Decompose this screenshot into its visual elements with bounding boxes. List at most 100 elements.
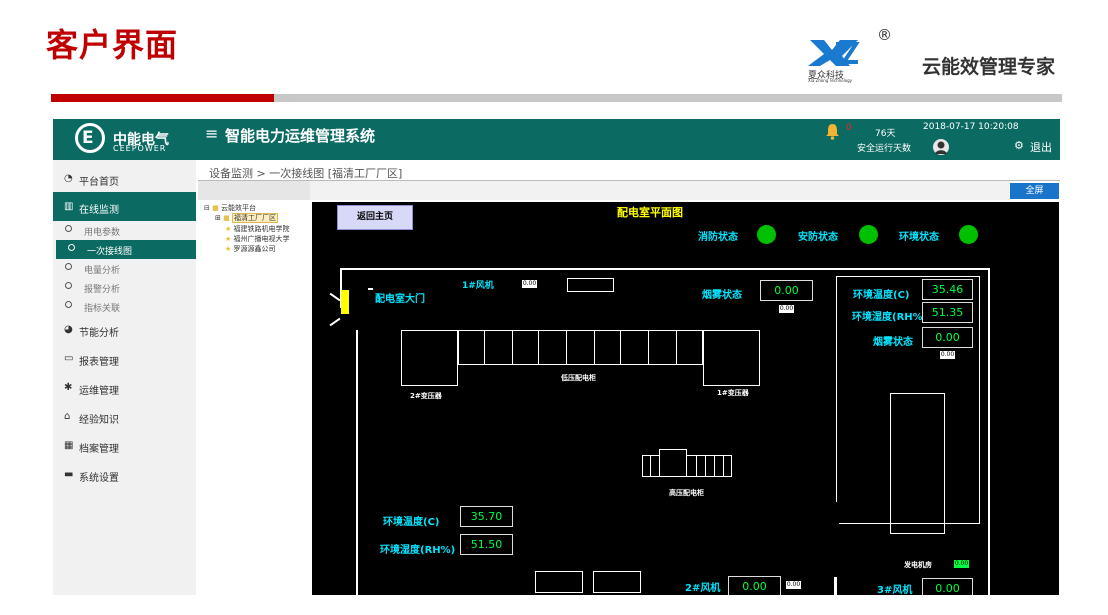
sidebar-subitem-energy-analysis[interactable]: 电量分析 [53, 259, 196, 278]
laptop-icon: ▭ [64, 353, 74, 364]
smoke-mini-value: 0.00 [779, 305, 794, 313]
datetime: 2018-07-17 10:20:08 [923, 122, 1019, 132]
sidebar-item-reports[interactable]: ▭ 报表管理 [53, 344, 196, 373]
avatar[interactable] [933, 139, 949, 155]
sidebar: ◔ 平台首页 ▥ 在线监测 用电参数 一次接线图 电量分析 报警分析 指标关联 … [53, 160, 196, 595]
user-icon [935, 141, 947, 154]
fan2-mini-value: 0.00 [786, 581, 801, 589]
cabinet-divider [512, 330, 513, 365]
gear-icon: ✱ [64, 382, 73, 393]
tree-root[interactable]: ⊟ ■ 云能效平台 [204, 203, 256, 213]
back-home-button[interactable]: 返回主页 [337, 205, 413, 230]
door-swing [329, 317, 341, 327]
table-icon: ▦ [64, 440, 74, 451]
sidebar-item-label: 经验知识 [79, 415, 119, 426]
sidebar-item-label: 平台首页 [79, 177, 119, 188]
fan-unit [535, 571, 583, 593]
star-icon: ★ [225, 235, 232, 243]
wall-left [356, 330, 358, 595]
sidebar-item-label: 报表管理 [79, 357, 119, 368]
sidebar-item-settings[interactable]: ▬ 系统设置 [53, 460, 196, 489]
divider-red [51, 94, 274, 102]
sidebar-item-knowledge[interactable]: ⌂ 经验知识 [53, 402, 196, 431]
sidebar-subitem-power-params[interactable]: 用电参数 [53, 221, 196, 240]
door-indicator [341, 290, 349, 314]
tree-node[interactable]: ★ 罗源源鑫公司 [225, 244, 276, 254]
home-icon: ⌂ [64, 411, 71, 422]
right-temp-label: 环境温度(C) [853, 290, 910, 301]
pie-chart-icon: ◕ [64, 324, 73, 335]
tree-node[interactable]: ★ 福建铁路机电学院 [225, 224, 290, 234]
sidebar-item-operations[interactable]: ✱ 运维管理 [53, 373, 196, 402]
tree-node[interactable]: ★ 福州广播电视大学 [225, 234, 290, 244]
fan1-unit [567, 278, 614, 292]
cabinet-divider [723, 455, 724, 477]
sidebar-subitem-index-relation[interactable]: 指标关联 [53, 297, 196, 316]
sidebar-item-monitoring[interactable]: ▥ 在线监测 [53, 192, 196, 221]
left-hum-label: 环境湿度(RH%) [380, 545, 456, 556]
folder-icon: ■ [212, 204, 219, 212]
tree-header [198, 181, 310, 200]
right-smoke-value: 0.00 [922, 327, 973, 348]
tree-node-label: 福建铁路机电学院 [233, 225, 290, 233]
cabinet-divider [714, 455, 715, 477]
cabinet-divider [676, 330, 677, 365]
security-status-label: 安防状态 [798, 232, 838, 243]
sidebar-item-home[interactable]: ◔ 平台首页 [53, 164, 196, 193]
circle-icon [68, 244, 75, 251]
brand-name-en: CEEPOWER [113, 144, 167, 153]
right-hum-label: 环境湿度(RH%) [852, 312, 928, 323]
fan1-label: 1#风机 [462, 281, 494, 291]
right-hum-value: 51.35 [922, 302, 973, 323]
bell-icon[interactable] [824, 123, 841, 140]
low-cabinet-label: 低压配电柜 [561, 374, 596, 382]
brand-letter: E [82, 128, 94, 148]
cabinet-divider [705, 455, 706, 477]
menu-toggle-icon[interactable]: ≡ [205, 124, 218, 143]
transformer1-label: 1#变压器 [717, 389, 749, 397]
site-tree: ⊟ ■ 云能效平台 ⊞ ■ 福清工厂厂区 ★ 福建铁路机电学院 ★ 福州广播电视… [198, 181, 310, 595]
transformer2-unit [401, 330, 458, 386]
fan2-value: 0.00 [728, 576, 781, 595]
circle-icon [65, 225, 72, 232]
sidebar-subitem-alarm-analysis[interactable]: 报警分析 [53, 278, 196, 297]
cabinet-divider [620, 330, 621, 365]
slogan: 云能效管理专家 [922, 56, 1056, 78]
sidebar-subitem-wiring-diagram[interactable]: 一次接线图 [56, 240, 196, 259]
fan2-label: 2#风机 [685, 583, 721, 594]
room-door-gap [836, 502, 839, 524]
left-temp-value: 35.70 [460, 506, 513, 527]
fan3-value: 0.00 [922, 578, 973, 595]
fullscreen-button[interactable]: 全屏 [1010, 183, 1059, 199]
generator-mini-value: 0.00 [954, 560, 969, 568]
sidebar-item-label: 在线监测 [79, 205, 119, 216]
safe-days-label: 安全运行天数 [857, 144, 912, 154]
settings-gear-icon[interactable]: ⚙ [1014, 139, 1024, 152]
toolbar-strip [310, 181, 1010, 200]
sidebar-item-archives[interactable]: ▦ 档案管理 [53, 431, 196, 460]
fan3-label: 3#风机 [877, 585, 913, 595]
logo-en-text: Xia Zhong Technology [808, 78, 853, 83]
sidebar-subitem-label: 电量分析 [84, 266, 121, 276]
fire-status-label: 消防状态 [698, 232, 738, 243]
tree-node-selected[interactable]: ⊞ ■ 福清工厂厂区 [215, 213, 278, 223]
sidebar-subitem-label: 指标关联 [84, 304, 121, 314]
cabinet-divider [538, 330, 539, 365]
transformer1-unit [703, 330, 760, 386]
cabinet-divider [484, 330, 485, 365]
sidebar-subitem-label: 报警分析 [84, 285, 121, 295]
bar-chart-icon: ▥ [64, 201, 74, 212]
divider-gray [274, 94, 1062, 102]
safe-days: 76天 [875, 129, 896, 139]
fan-unit [593, 571, 641, 593]
sidebar-item-label: 运维管理 [79, 386, 119, 397]
logout-link[interactable]: 退出 [1030, 139, 1052, 155]
equipment-cabinet [890, 393, 945, 534]
tree-node-label: 罗源源鑫公司 [233, 245, 276, 253]
sidebar-item-energy-saving[interactable]: ◕ 节能分析 [53, 315, 196, 344]
cabinet-divider [594, 330, 595, 365]
tree-root-label: 云能效平台 [220, 204, 256, 212]
left-hum-value: 51.50 [460, 534, 513, 555]
alarm-count: 0 [846, 123, 852, 133]
top-bar: E 中能电气 CEEPOWER ≡ 智能电力运维管理系统 0 76天 安全运行天… [53, 119, 1060, 160]
